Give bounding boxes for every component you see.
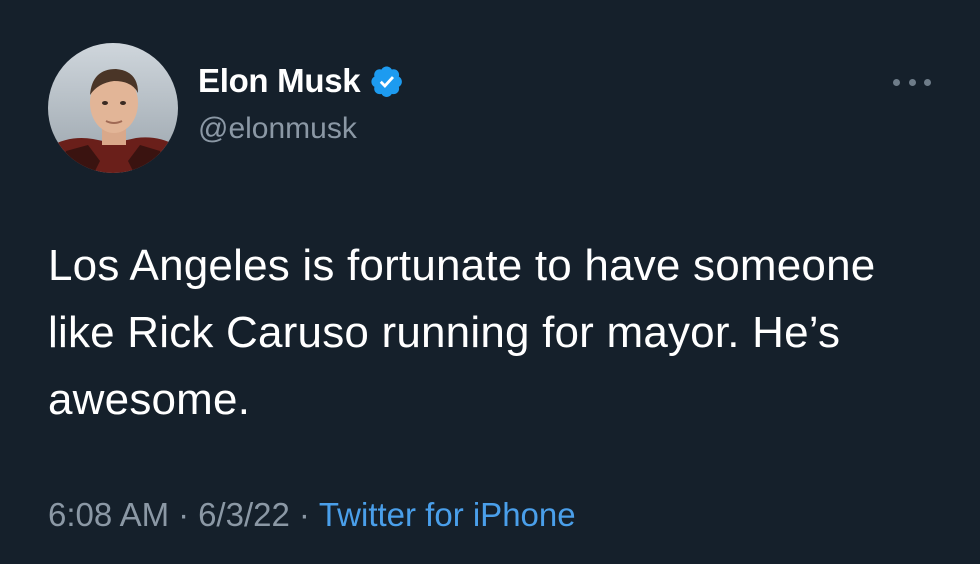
more-options-icon[interactable] — [893, 72, 931, 92]
author-name-row[interactable]: Elon Musk — [198, 62, 404, 100]
author-display-name[interactable]: Elon Musk — [198, 62, 361, 100]
avatar-image — [48, 43, 178, 173]
avatar[interactable] — [48, 43, 178, 173]
tweet-source-link[interactable]: Twitter for iPhone — [319, 496, 576, 533]
tweet-meta: 6:08 AM · 6/3/22 · Twitter for iPhone — [48, 496, 576, 534]
tweet-date[interactable]: 6/3/22 — [198, 496, 290, 533]
more-dot — [924, 78, 931, 86]
more-dot — [893, 78, 900, 86]
meta-separator: · — [178, 496, 190, 533]
verified-badge-icon — [371, 66, 403, 97]
meta-separator: · — [298, 496, 310, 533]
more-dot — [908, 78, 916, 86]
tweet-time[interactable]: 6:08 AM — [48, 496, 169, 533]
tweet-text: Los Angeles is fortunate to have someone… — [48, 241, 876, 424]
author-handle[interactable]: @elonmusk — [198, 112, 357, 146]
